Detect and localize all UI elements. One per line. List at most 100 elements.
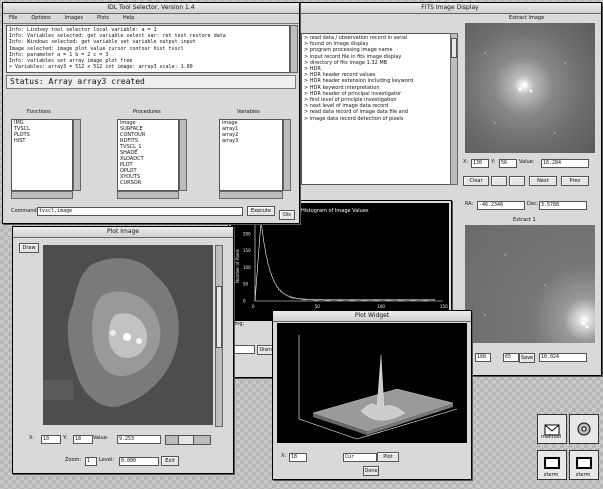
- histogram-ytick: 200: [243, 231, 251, 236]
- extract-value-field[interactable]: 16.284: [541, 159, 589, 168]
- extract-y-field[interactable]: 56: [499, 159, 517, 168]
- plot-image-x-field[interactable]: 10: [41, 435, 61, 444]
- variables-list-scrollbar[interactable]: [283, 119, 291, 191]
- list-item[interactable]: CURSOR: [119, 180, 178, 186]
- ra-field[interactable]: -46.2346: [477, 201, 525, 210]
- procedures-list-scrollbar[interactable]: [179, 119, 187, 191]
- plot-image-value-label: Value:: [93, 435, 109, 441]
- command-input[interactable]: tvscl,image: [37, 207, 243, 216]
- idl-status-text: Status: Array array3 created: [10, 77, 145, 86]
- idl-info-line: > Variables: array3 = 512 x 512 int imag…: [9, 64, 193, 71]
- dec-field[interactable]: 3.5788: [539, 201, 587, 210]
- extract-prev-button[interactable]: Prev: [561, 176, 589, 186]
- extract-value-label: Value:: [519, 159, 535, 165]
- plot-widget-x-label: X:: [281, 453, 287, 459]
- plot-image-x-label: X:: [29, 435, 35, 441]
- extract-1-value-field[interactable]: 10.024: [539, 353, 587, 362]
- plot-image-window: Plot Image Draw X: 10 Y: 18 Value: 9.253…: [12, 226, 234, 474]
- menu-item[interactable]: Options: [31, 14, 50, 23]
- fits-text-line: > image data record detection of pixels: [304, 115, 404, 122]
- plot-image-view[interactable]: [43, 245, 213, 425]
- histogram-ytick: 150: [243, 248, 251, 253]
- extract-blank-button-1[interactable]: [491, 176, 507, 186]
- list-item[interactable]: array3: [221, 138, 282, 144]
- menu-item[interactable]: Images: [65, 14, 83, 23]
- execute-button[interactable]: Execute: [247, 206, 275, 216]
- functions-list-header: Functions: [27, 109, 51, 115]
- plot-widget-y-field[interactable]: Cur: [343, 453, 377, 462]
- plot-widget-x-field[interactable]: 18: [289, 453, 307, 462]
- variables-list-hscroll[interactable]: [219, 191, 283, 199]
- galaxy-image: [43, 258, 179, 407]
- idl-window-title[interactable]: IDL Tool Selector, Version 1.4: [3, 3, 299, 14]
- hist-img-field[interactable]: [233, 345, 255, 354]
- extract-image-view[interactable]: [465, 23, 595, 153]
- extract-image-stars: [484, 52, 566, 134]
- procedures-list-items: image SURFACE CONTOUR RDFITS TVSCL_1 SHADE XLO…: [118, 120, 178, 186]
- idl-info-scrollbar[interactable]: [290, 25, 298, 73]
- histogram-xtick: 50: [315, 304, 321, 309]
- surface-plot-svg: [298, 335, 458, 440]
- surface-plot[interactable]: [277, 323, 467, 443]
- extract-1-title: Extract 1: [513, 217, 536, 223]
- level-field[interactable]: 0.000: [119, 457, 159, 466]
- variables-list[interactable]: image array1 array2 array3: [219, 119, 283, 191]
- zoom-field[interactable]: 1: [85, 457, 97, 466]
- plot-widget-done-button[interactable]: Done: [363, 466, 379, 476]
- histogram-ytick: 50: [243, 282, 249, 287]
- plot-image-value-field[interactable]: 9.253: [117, 435, 161, 444]
- extract-1-y-field[interactable]: 65: [503, 353, 519, 362]
- menu-item[interactable]: Plots: [97, 14, 109, 23]
- extract-1-image-view[interactable]: [465, 225, 595, 343]
- idl-status-line: Status: Array array3 created: [6, 75, 296, 89]
- plot-image-slider[interactable]: [165, 435, 211, 445]
- extract-1-save-button[interactable]: Save: [519, 353, 535, 363]
- functions-list-hscroll[interactable]: [11, 191, 73, 199]
- zoom-label: Zoom:: [65, 457, 82, 463]
- extract-1-stars: [484, 254, 589, 329]
- fits-text-scrollbar[interactable]: [450, 33, 458, 185]
- procedures-list[interactable]: image SURFACE CONTOUR RDFITS TVSCL_1 SHADE XLO…: [117, 119, 179, 191]
- histogram-title: Histogram of Image Values: [301, 208, 369, 214]
- variables-list-items: image array1 array2 array3: [220, 120, 282, 144]
- plot-image-title[interactable]: Plot Image: [13, 227, 233, 238]
- dismiss-button[interactable]: Dis: [279, 210, 295, 220]
- functions-list[interactable]: IMG TVSCL PLOTS HIST: [11, 119, 73, 191]
- functions-list-scrollbar[interactable]: [73, 119, 81, 191]
- plot-widget-plot-button[interactable]: Plot: [377, 452, 399, 462]
- extract-y-label: Y:: [491, 159, 496, 165]
- menu-item[interactable]: Help: [123, 14, 134, 23]
- procedures-list-hscroll[interactable]: [117, 191, 179, 199]
- plot-image-vscroll-thumb[interactable]: [216, 286, 222, 348]
- gear-icon[interactable]: [569, 414, 599, 444]
- extract-1-x-field[interactable]: 168: [475, 353, 491, 362]
- plot-image-y-field[interactable]: 18: [73, 435, 93, 444]
- extract-blank-button-2[interactable]: [509, 176, 525, 186]
- menu-item[interactable]: File: [9, 14, 17, 23]
- extract-next-button[interactable]: Next: [529, 176, 557, 186]
- idl-info-lines: Info: Lindsey tool selector local variab…: [7, 26, 289, 71]
- plot-image-vscroll[interactable]: [215, 245, 223, 427]
- extract-image-panel: Extract Image X: 130 Y: 56 Value: 16.284…: [461, 13, 599, 193]
- extract-image-title: Extract Image: [509, 15, 545, 21]
- hist-img-label: Img:: [233, 321, 245, 327]
- fits-text-lines: > read data / observation record in seri…: [302, 34, 450, 123]
- mailtool-icon-label: mailtool: [540, 434, 562, 440]
- histogram-xtick: 100: [377, 304, 385, 309]
- fits-text-scroll-thumb[interactable]: [451, 38, 457, 58]
- plot-image-draw-button[interactable]: Draw: [19, 243, 39, 253]
- histogram-ytick: 100: [243, 265, 251, 270]
- plot-image-slider-thumb[interactable]: [178, 436, 194, 444]
- list-item[interactable]: HIST: [13, 138, 72, 144]
- histogram-xtick: 0: [252, 304, 255, 309]
- idl-info-panel: Info: Lindsey tool selector local variab…: [6, 25, 290, 73]
- idl-menubar: File Options Images Plots Help: [3, 14, 299, 24]
- plot-widget-title[interactable]: Plot Widget: [273, 311, 471, 322]
- extract-x-field[interactable]: 130: [471, 159, 489, 168]
- exit-button[interactable]: Exit: [161, 456, 179, 466]
- histogram-curve: [254, 219, 436, 302]
- extract-clear-button[interactable]: Clear: [463, 176, 489, 186]
- extract-x-label: X:: [463, 159, 469, 165]
- dec-label: Dec:: [527, 201, 539, 207]
- variables-list-header: Variables: [237, 109, 260, 115]
